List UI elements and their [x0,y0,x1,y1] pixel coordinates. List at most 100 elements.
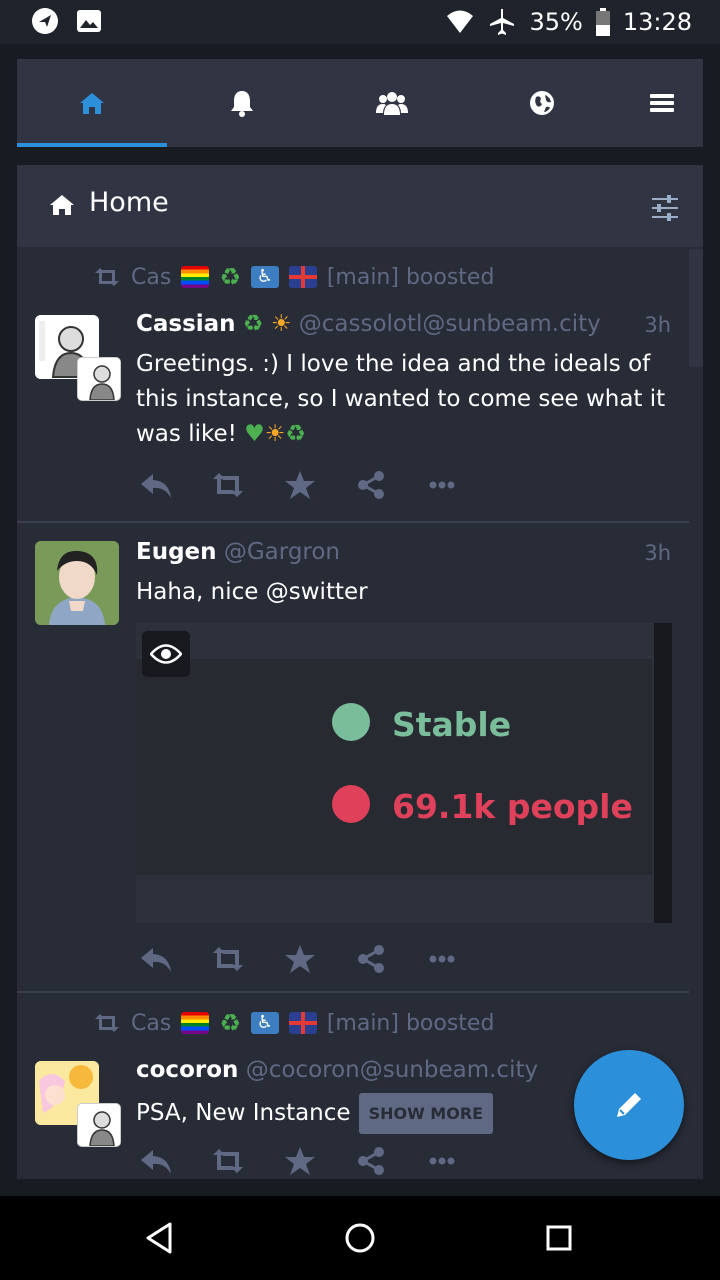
column-title: Home [89,187,169,218]
more-button[interactable] [427,467,499,503]
show-more-button[interactable]: SHOW MORE [358,1093,494,1134]
tab-bar [17,59,703,147]
compose-button[interactable] [574,1050,684,1160]
boost-line: Cas ♻ ♿ [main] boosted [93,1009,494,1037]
share-button[interactable] [355,467,427,503]
tab-menu[interactable] [587,59,720,147]
retweet-icon [95,1014,119,1032]
recycle-emoji: ♻ [285,421,307,447]
avatar[interactable] [35,541,119,625]
favourite-button[interactable] [283,1143,355,1179]
recycle-emoji: ♻ [219,263,241,291]
account-handle: @cassolotl@sunbeam.city [298,311,601,337]
account-handle: @cocoron@sunbeam.city [245,1057,539,1083]
pencil-icon [617,1093,641,1117]
boost-suffix: [main] boosted [326,264,495,290]
favourite-button[interactable] [283,467,355,503]
sliders-icon[interactable] [651,195,679,221]
uk-flag-emoji [288,1012,317,1034]
more-button[interactable] [427,1143,499,1179]
status-item[interactable]: Cas ♻ ♿ [main] boosted [17,247,689,521]
legend-dot-stable [332,703,370,741]
legend-dot-people [332,785,370,823]
pride-flag-emoji [181,1012,210,1034]
favourite-button[interactable] [283,941,355,977]
avatar-image [78,358,120,400]
retweet-icon [213,947,243,971]
reply-button[interactable] [139,941,211,977]
back-icon[interactable] [140,1218,180,1258]
reply-button[interactable] [139,467,211,503]
status-bar: 35% 13:28 [0,0,720,44]
media-image: Stable 69.1k people [136,659,652,875]
toggle-visibility-button[interactable] [142,631,190,677]
retweet-icon [95,268,119,286]
legend-label-stable: Stable [392,705,512,744]
system-navigation-bar [0,1196,720,1280]
status-item[interactable]: Eugen @Gargron 3h Haha, nice @switter St… [17,523,689,991]
booster-avatar[interactable] [77,1103,121,1147]
share-icon [358,471,384,499]
boost-button[interactable] [211,467,283,503]
share-button[interactable] [355,941,427,977]
scrollbar-track[interactable] [689,249,703,1179]
avatar-image [35,541,119,625]
booster-avatar[interactable] [77,357,121,401]
account-handle: @Gargron [223,539,341,565]
name-line[interactable]: Cassian ♻ ☀ @cassolotl@sunbeam.city [136,311,601,337]
wheelchair-emoji: ♿ [250,266,279,288]
share-button[interactable] [355,1143,427,1179]
timestamp[interactable]: 3h [644,313,671,337]
globe-icon [530,91,554,115]
timestamp[interactable]: 3h [644,541,671,565]
media-edge [654,623,672,923]
status-content: Haha, nice @switter [136,579,368,605]
wheelchair-emoji: ♿ [250,1012,279,1034]
more-button[interactable] [427,941,499,977]
name-line[interactable]: cocoron @cocoron@sunbeam.city [136,1057,538,1083]
active-tab-indicator [17,143,167,147]
booster-name[interactable]: Cas [131,265,171,290]
sun-emoji: ☀ [264,421,286,447]
status-content: Greetings. :) I love the idea and the id… [136,347,676,452]
home-column: Home Cas ♻ ♿ [main] boosted Cassian ♻ ☀ … [17,165,703,1179]
star-icon [285,1147,315,1175]
home-circle-icon[interactable] [340,1218,380,1258]
home-icon [50,195,74,215]
reply-icon [141,1150,171,1174]
airplane-icon [490,9,515,35]
tab-notifications[interactable] [167,59,317,147]
sun-emoji: ☀ [270,311,292,337]
tab-local[interactable] [317,59,467,147]
recycle-emoji: ♻ [219,1009,241,1037]
recycle-emoji: ♻ [242,311,264,337]
clock: 13:28 [622,8,692,36]
status-actions [139,467,499,503]
ellipsis-icon [429,955,455,963]
recents-icon[interactable] [539,1218,579,1258]
booster-name[interactable]: Cas [131,1011,171,1036]
pride-flag-emoji [181,266,210,288]
avatar-image [78,1104,120,1146]
display-name: Eugen [136,539,217,565]
boost-button[interactable] [211,1143,283,1179]
media-attachment[interactable]: Stable 69.1k people [136,623,672,923]
retweet-icon [213,1149,243,1173]
uk-flag-emoji [288,266,317,288]
status-actions [139,1143,499,1179]
battery-percent: 35% [529,8,583,36]
image-icon [77,10,101,32]
boost-button[interactable] [211,941,283,977]
users-icon [376,92,408,115]
legend-label-people: 69.1k people [392,787,633,826]
column-header[interactable]: Home [17,165,703,247]
display-name: Cassian [136,311,236,337]
home-icon [80,93,104,114]
bell-icon [231,91,253,117]
green-heart-emoji: ♥ [244,421,265,447]
name-line[interactable]: Eugen @Gargron [136,539,340,565]
status-text: Greetings. :) I love the idea and the id… [136,351,666,447]
tab-home[interactable] [17,59,167,147]
reply-button[interactable] [139,1143,211,1179]
scrollbar-thumb[interactable] [689,249,703,367]
